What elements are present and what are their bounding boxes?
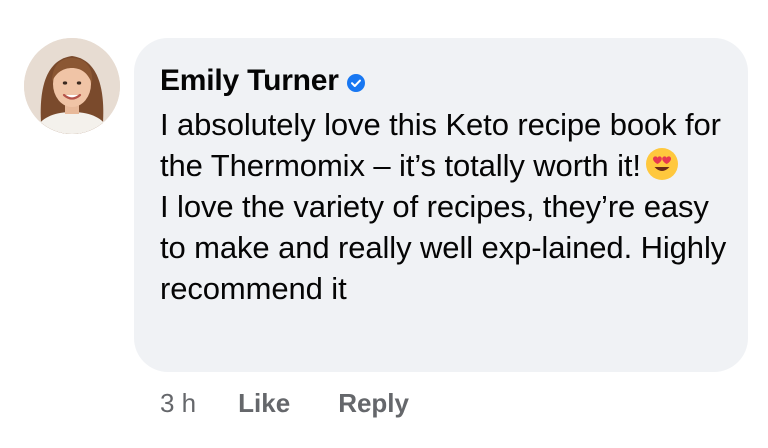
comment-text-paragraph-1: I absolutely love this Keto recipe book … [160,104,728,186]
timestamp[interactable]: 3 h [160,388,196,419]
comment: Emily Turner I absolutely love this Keto… [0,0,768,448]
verified-badge-icon [346,74,365,92]
comment-actions: 3 h Like Reply [160,388,457,419]
author-row: Emily Turner [160,58,728,104]
reply-button[interactable]: Reply [338,388,409,419]
comment-text-paragraph-2: I love the variety of recipes, they’re e… [160,189,727,306]
like-button[interactable]: Like [238,388,290,419]
comment-text-line-1: I absolutely love this Keto recipe book … [160,107,721,183]
comment-bubble: Emily Turner I absolutely love this Keto… [134,38,748,372]
comment-text: I absolutely love this Keto recipe book … [160,104,728,309]
avatar[interactable] [24,38,120,134]
heart-eyes-emoji-icon [645,147,679,181]
author-name[interactable]: Emily Turner [160,64,339,98]
